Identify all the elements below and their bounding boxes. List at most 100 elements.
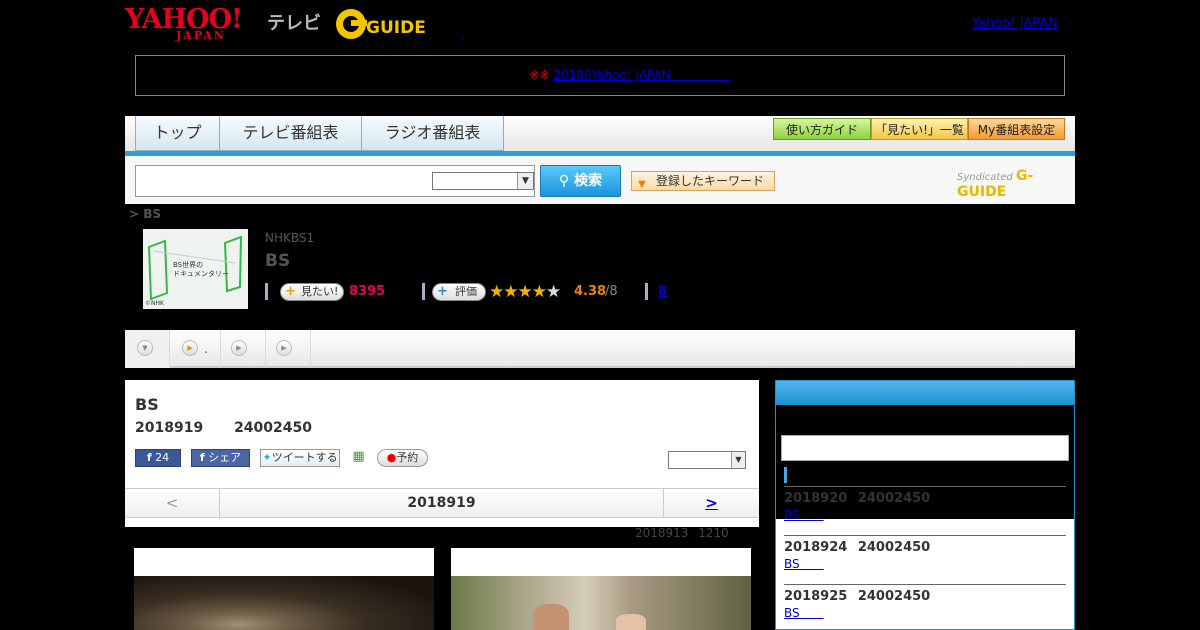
registered-keywords-label: 登録したキーワード [656, 174, 765, 188]
program-image-1[interactable] [134, 548, 434, 630]
facebook-icon: f [146, 451, 152, 464]
play-item-1[interactable]: ▶. [170, 330, 221, 368]
list-item: 2018925 24002450 BS [784, 589, 1066, 621]
search-category-select[interactable]: ▼ [432, 172, 534, 190]
tweet-button[interactable]: ✦ツイートする [260, 449, 340, 467]
registered-keywords-button[interactable]: ▼ 登録したキーワード [631, 171, 775, 191]
current-date: 2018919 [407, 495, 476, 511]
star-icon: ★ [517, 282, 533, 302]
plus-icon: + [285, 284, 296, 299]
list-item-link[interactable]: BS [784, 606, 824, 620]
photo [134, 576, 434, 630]
triangle-down-icon: ▼ [638, 179, 646, 190]
header-dot: , [461, 30, 465, 41]
reserve-button[interactable]: ●予約 [377, 449, 428, 467]
chevron-down-icon: ▼ [517, 173, 533, 189]
facebook-share-button[interactable]: f シェア [191, 449, 250, 467]
list-item-date: 2018920 24002450 [784, 491, 931, 506]
rate-button[interactable]: + 評価 [432, 283, 486, 301]
play-icon: ▶ [182, 340, 198, 356]
search-bar: ▼ ⚲ 検索 ▼ 登録したキーワード Syndicated G-GUIDE [125, 156, 1075, 204]
play-item-3[interactable]: ▶ [266, 330, 311, 368]
player-bar: ▼ ▶. ▶ ▶ [125, 330, 1075, 368]
separator [265, 283, 268, 300]
list-item-link[interactable]: BS [784, 557, 824, 571]
facebook-icon: f [199, 451, 205, 464]
main-nav: トップ テレビ番組表 ラジオ番組表 使い方ガイド 「見たい!」一覧 My番組表設… [125, 116, 1075, 156]
facebook-share-label: シェア [208, 451, 242, 464]
list-item: 2018924 24002450 BS [784, 540, 1066, 572]
prev-date-button[interactable]: < [125, 489, 220, 517]
mitai-list-button[interactable]: 「見たい!」一覧 [871, 118, 968, 140]
syndicated-gguide: Syndicated G-GUIDE [957, 168, 1075, 200]
photo-detail [616, 614, 646, 630]
reserve-label: 予約 [396, 451, 419, 464]
list-item-link[interactable]: BS [784, 508, 824, 522]
tab-top[interactable]: トップ [135, 116, 220, 151]
program-thumbnail: BS世界の ドキュメンタリー ©NHK [143, 229, 248, 309]
svg-text:GUIDE: GUIDE [366, 18, 426, 38]
star-icon: ★ [503, 282, 518, 302]
next-date-button[interactable]: > [663, 489, 759, 517]
notice-link[interactable]: 20189Yahoo! JAPAN [553, 68, 730, 82]
list-item-date: 2018925 24002450 [784, 589, 931, 604]
rate-label: 評価 [455, 285, 477, 298]
dropdown-cell[interactable]: ▼ [125, 330, 170, 368]
yahoo-japan-link[interactable]: Yahoo! JAPAN [972, 16, 1058, 31]
gguide-logo[interactable]: GUIDE [334, 7, 430, 41]
review-count-link[interactable]: 8 [658, 284, 667, 299]
thumbnail-caption: BS世界の ドキュメンタリー [173, 261, 229, 278]
chevron-down-icon: ▼ [731, 452, 745, 468]
separator [422, 283, 425, 300]
play-item-1-label: . [204, 342, 208, 356]
thumbnail-credit: ©NHK [145, 300, 164, 307]
broadcast-title: BS [135, 395, 159, 414]
star-icon: ★ [531, 282, 547, 302]
broadcast-date: 2018919 24002450 [135, 420, 312, 436]
twitter-icon: ✦ [262, 451, 272, 464]
mitai-button[interactable]: + 見たい! [280, 283, 344, 301]
play-icon: ▶ [276, 340, 292, 356]
photo-detail [533, 604, 569, 630]
mitai-label: 見たい! [301, 285, 339, 298]
program-image-2[interactable] [451, 548, 751, 630]
usage-guide-button[interactable]: 使い方ガイド [773, 118, 871, 140]
facebook-like-button[interactable]: f 24 [135, 449, 181, 467]
tv-section-label: テレビ [267, 13, 321, 34]
tab-radio-schedule[interactable]: ラジオ番組表 [361, 116, 504, 151]
plus-icon: + [437, 284, 448, 299]
notice-marks: ※※ [529, 68, 550, 82]
channel-name: NHKBS1 [265, 231, 315, 245]
syndicated-label: Syndicated [957, 172, 1013, 183]
divider [784, 535, 1066, 536]
yahoo-japan-logo[interactable]: YAHOO! JAPAN [125, 6, 243, 41]
facebook-like-count: 24 [155, 451, 170, 464]
star-icon: ★ [546, 282, 561, 302]
play-item-2[interactable]: ▶ [221, 330, 266, 368]
updated-timestamp: 2018913 1210 [635, 526, 729, 540]
mitai-count: 8395 [349, 284, 386, 299]
sidebar-header [776, 381, 1074, 405]
star-icon: ★ [489, 282, 504, 302]
list-item-date: 2018924 24002450 [784, 540, 931, 555]
breadcrumb: > BS [129, 207, 162, 221]
separator [645, 283, 648, 300]
tweet-label: ツイートする [271, 451, 338, 464]
tab-tv-schedule[interactable]: テレビ番組表 [219, 116, 362, 151]
reserve-select[interactable]: ▼ [668, 451, 746, 469]
my-schedule-settings-button[interactable]: My番組表設定 [968, 118, 1065, 140]
header-dot-2: , [1070, 16, 1074, 27]
divider [784, 584, 1066, 585]
notice-box: ※※ 20189Yahoo! JAPAN [135, 55, 1065, 96]
sidebar-marker [784, 467, 787, 483]
search-button-label: 検索 [574, 173, 603, 189]
rating-value: 4.38 [574, 284, 607, 299]
record-icon: ● [386, 451, 397, 464]
rating-stars: ★★★★★ [489, 282, 561, 302]
sidebar-input[interactable] [781, 435, 1069, 461]
photo [451, 576, 751, 630]
search-icon: ⚲ [558, 173, 570, 189]
calendar-add-icon[interactable]: ▦ [350, 449, 367, 467]
search-button[interactable]: ⚲ 検索 [540, 165, 621, 197]
divider [784, 486, 1066, 487]
